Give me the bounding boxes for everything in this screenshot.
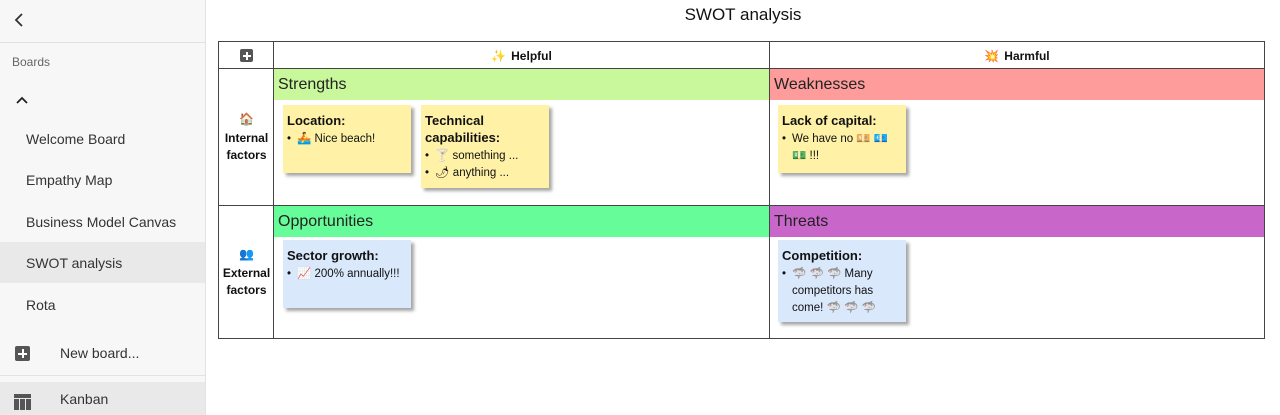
sidebar: Boards Welcome Board Empathy Map Busines… bbox=[0, 0, 206, 415]
sidebar-item-rota[interactable]: Rota bbox=[0, 284, 205, 325]
note-title: Sector growth: bbox=[287, 248, 379, 263]
column-header-helpful: ✨ Helpful bbox=[274, 42, 769, 69]
sidebar-item-label: Business Model Canvas bbox=[26, 213, 177, 230]
sidebar-item-business-model-canvas[interactable]: Business Model Canvas bbox=[0, 201, 205, 242]
sidebar-item-label: Empathy Map bbox=[26, 171, 113, 188]
row-header-external: 👥 External factors bbox=[219, 206, 274, 338]
boards-section-label: Boards bbox=[12, 55, 51, 69]
sticky-note-location[interactable]: Location: 🚣 Nice beach! bbox=[283, 105, 411, 173]
note-item: We have no 💴 💶 💵 !!! bbox=[782, 131, 902, 165]
quadrant-header-weaknesses: Weaknesses bbox=[770, 69, 1264, 100]
note-title: Lack of capital: bbox=[782, 113, 877, 128]
quadrant-label: Threats bbox=[774, 212, 829, 230]
table-icon bbox=[14, 394, 31, 410]
quadrant-header-threats: Threats bbox=[770, 206, 1264, 237]
sidebar-item-welcome-board[interactable]: Welcome Board bbox=[0, 118, 205, 159]
note-item: 🍸 something ... bbox=[425, 148, 545, 165]
sidebar-item-empathy-map[interactable]: Empathy Map bbox=[0, 159, 205, 200]
swot-board: ✨ Helpful 💥 Harmful 🏠 Internal factors 👥… bbox=[218, 41, 1265, 339]
quadrant-label: Weaknesses bbox=[774, 75, 866, 93]
sparkles-icon: ✨ bbox=[491, 48, 507, 63]
row-header-internal: 🏠 Internal factors bbox=[219, 69, 274, 205]
chevron-up-icon[interactable] bbox=[14, 92, 30, 108]
people-icon: 👥 bbox=[239, 246, 254, 261]
quadrant-label: Opportunities bbox=[278, 212, 374, 230]
sidebar-divider bbox=[0, 42, 206, 43]
plus-icon bbox=[15, 346, 30, 361]
sticky-note-sector-growth[interactable]: Sector growth: 📈 200% annually!!! bbox=[283, 240, 411, 308]
chevron-left-icon[interactable] bbox=[10, 10, 30, 30]
house-icon: 🏠 bbox=[239, 111, 254, 126]
row-header-label: External factors bbox=[222, 265, 271, 297]
note-title: Technical capabilities: bbox=[425, 113, 501, 145]
new-board-label: New board... bbox=[60, 345, 140, 361]
note-title: Competition: bbox=[782, 248, 863, 263]
note-item: 🚣 Nice beach! bbox=[287, 131, 407, 148]
add-icon[interactable] bbox=[240, 49, 253, 62]
sidebar-divider bbox=[0, 375, 206, 376]
note-item: 🌶 anything ... bbox=[425, 165, 545, 182]
quadrant-header-strengths: Strengths bbox=[274, 69, 769, 100]
sidebar-item-label: Welcome Board bbox=[26, 130, 126, 147]
note-item: 🦈 🦈 🦈 Many competitors has come! 🦈 🦈 🦈 bbox=[782, 266, 902, 317]
quadrant-header-opportunities: Opportunities bbox=[274, 206, 769, 237]
column-header-label: Harmful bbox=[1004, 48, 1050, 63]
note-item: 📈 200% annually!!! bbox=[287, 266, 407, 283]
sticky-note-competition[interactable]: Competition: 🦈 🦈 🦈 Many competitors has … bbox=[778, 240, 906, 322]
collision-icon: 💥 bbox=[984, 48, 1000, 63]
sidebar-item-label: Rota bbox=[26, 296, 56, 313]
row-header-label: Internal factors bbox=[224, 130, 269, 162]
page-title: SWOT analysis bbox=[684, 5, 802, 24]
sidebar-item-label: SWOT analysis bbox=[26, 254, 123, 271]
kanban-label: Kanban bbox=[60, 390, 109, 407]
new-board-button[interactable]: New board... bbox=[0, 333, 205, 373]
column-header-harmful: 💥 Harmful bbox=[770, 42, 1264, 69]
sticky-note-technical-capabilities[interactable]: Technical capabilities: 🍸 something ... … bbox=[421, 105, 549, 188]
column-header-label: Helpful bbox=[511, 48, 552, 63]
quadrant-label: Strengths bbox=[278, 75, 347, 93]
sidebar-item-swot-analysis[interactable]: SWOT analysis bbox=[0, 242, 205, 283]
sticky-note-lack-of-capital[interactable]: Lack of capital: We have no 💴 💶 💵 !!! bbox=[778, 105, 906, 173]
note-title: Location: bbox=[287, 113, 346, 128]
kanban-button[interactable]: Kanban bbox=[0, 382, 205, 415]
